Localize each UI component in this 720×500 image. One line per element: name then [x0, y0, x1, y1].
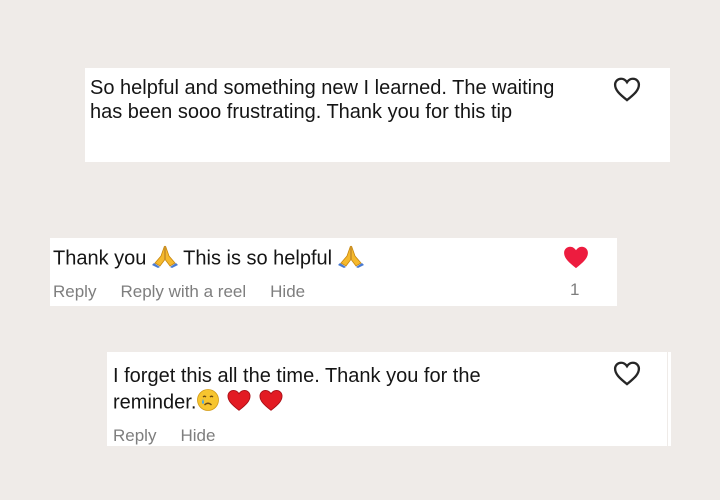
comment-actions: Reply Hide	[113, 426, 577, 446]
reply-button[interactable]: Reply	[113, 426, 156, 446]
like-count: 1	[570, 280, 580, 299]
liked-heart-icon[interactable]	[562, 244, 590, 270]
comment-text-part1: Thank you	[53, 247, 147, 270]
comment-card-3: I forget this all the time. Thank you fo…	[107, 352, 671, 446]
reply-with-reel-button[interactable]: Reply with a reel	[120, 282, 246, 302]
like-heart-icon[interactable]	[613, 76, 641, 102]
comment-text-line-1: I forget this all the time. Thank you fo…	[113, 365, 481, 387]
hide-button[interactable]: Hide	[270, 282, 305, 302]
red-heart-emoji-icon	[258, 388, 284, 418]
comment-card-1: So helpful and something new I learned. …	[85, 68, 670, 162]
comment-text: So helpful and something new I learned. …	[90, 77, 555, 123]
folded-hands-emoji-icon	[151, 244, 178, 274]
card-edge	[668, 352, 671, 446]
like-heart-icon[interactable]	[613, 360, 641, 386]
comment-text-part: reminder.	[113, 391, 197, 414]
comment-text-part2: This is so helpful	[183, 247, 333, 270]
comment-text-line-2: reminder.	[113, 388, 577, 418]
folded-hands-emoji-icon	[337, 244, 364, 274]
comment-text-line: Thank you This is so helpful	[53, 244, 617, 274]
comment-actions: Reply Reply with a reel Hide	[53, 282, 617, 302]
comment-card-2: Thank you This is so helpful Reply Reply…	[50, 238, 617, 306]
hide-button[interactable]: Hide	[180, 426, 215, 446]
red-heart-emoji-icon	[226, 388, 252, 418]
crying-face-emoji-icon	[196, 388, 220, 418]
reply-button[interactable]: Reply	[53, 282, 96, 302]
